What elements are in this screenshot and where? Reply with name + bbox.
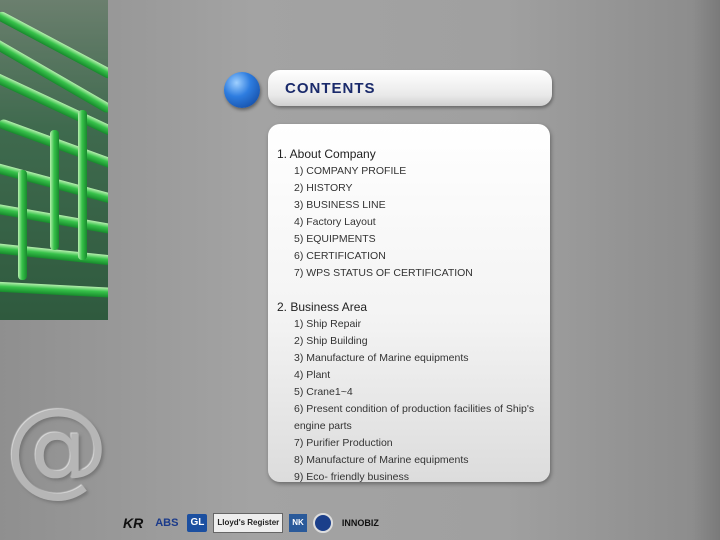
section-title[interactable]: 2. Business Area	[277, 300, 367, 314]
list-item[interactable]: 7) WPS STATUS OF CERTIFICATION	[294, 267, 473, 279]
list-item[interactable]: 2) HISTORY	[294, 182, 353, 194]
list-item[interactable]: 7) Purifier Production	[294, 437, 393, 449]
ship-deck-photo	[0, 0, 108, 320]
list-item[interactable]: 1) COMPANY PROFILE	[294, 165, 406, 177]
nk-logo: NK	[289, 514, 307, 532]
page-title: CONTENTS	[285, 80, 376, 97]
list-item[interactable]: 6) Present condition of production facil…	[294, 403, 534, 415]
list-item[interactable]: 5) EQUIPMENTS	[294, 233, 376, 245]
kr-logo: KR	[123, 515, 144, 531]
at-sign-decoration: @	[5, 386, 109, 508]
blue-orb-icon	[224, 72, 260, 108]
seal-icon	[312, 513, 333, 533]
list-item[interactable]: 9) Eco- friendly business	[294, 471, 409, 483]
list-item[interactable]: 4) Factory Layout	[294, 216, 376, 228]
list-item[interactable]: 4) Plant	[294, 369, 330, 381]
contents-title-bar: CONTENTS	[268, 70, 552, 106]
list-item[interactable]: 1) Ship Repair	[294, 318, 361, 330]
list-item[interactable]: engine parts	[294, 420, 352, 432]
certification-logos: KR ABS GL Lloyd's Register NK INNOBIZ	[120, 512, 382, 534]
lloyds-register-logo: Lloyd's Register	[213, 513, 284, 533]
list-item[interactable]: 3) BUSINESS LINE	[294, 199, 386, 211]
gl-logo: GL	[187, 514, 208, 532]
right-edge-strip	[692, 0, 720, 540]
list-item[interactable]: 8) Manufacture of Marine equipments	[294, 454, 469, 466]
abs-logo: ABS	[155, 517, 179, 529]
innobiz-logo: INNOBIZ	[341, 518, 379, 528]
list-item[interactable]: 5) Crane1~4	[294, 386, 353, 398]
list-item[interactable]: 3) Manufacture of Marine equipments	[294, 352, 469, 364]
list-item[interactable]: 2) Ship Building	[294, 335, 368, 347]
contents-panel: 1. About Company 1) COMPANY PROFILE 2) H…	[268, 124, 550, 483]
list-item[interactable]: 6) CERTIFICATION	[294, 250, 386, 262]
section-title[interactable]: 1. About Company	[277, 147, 376, 161]
